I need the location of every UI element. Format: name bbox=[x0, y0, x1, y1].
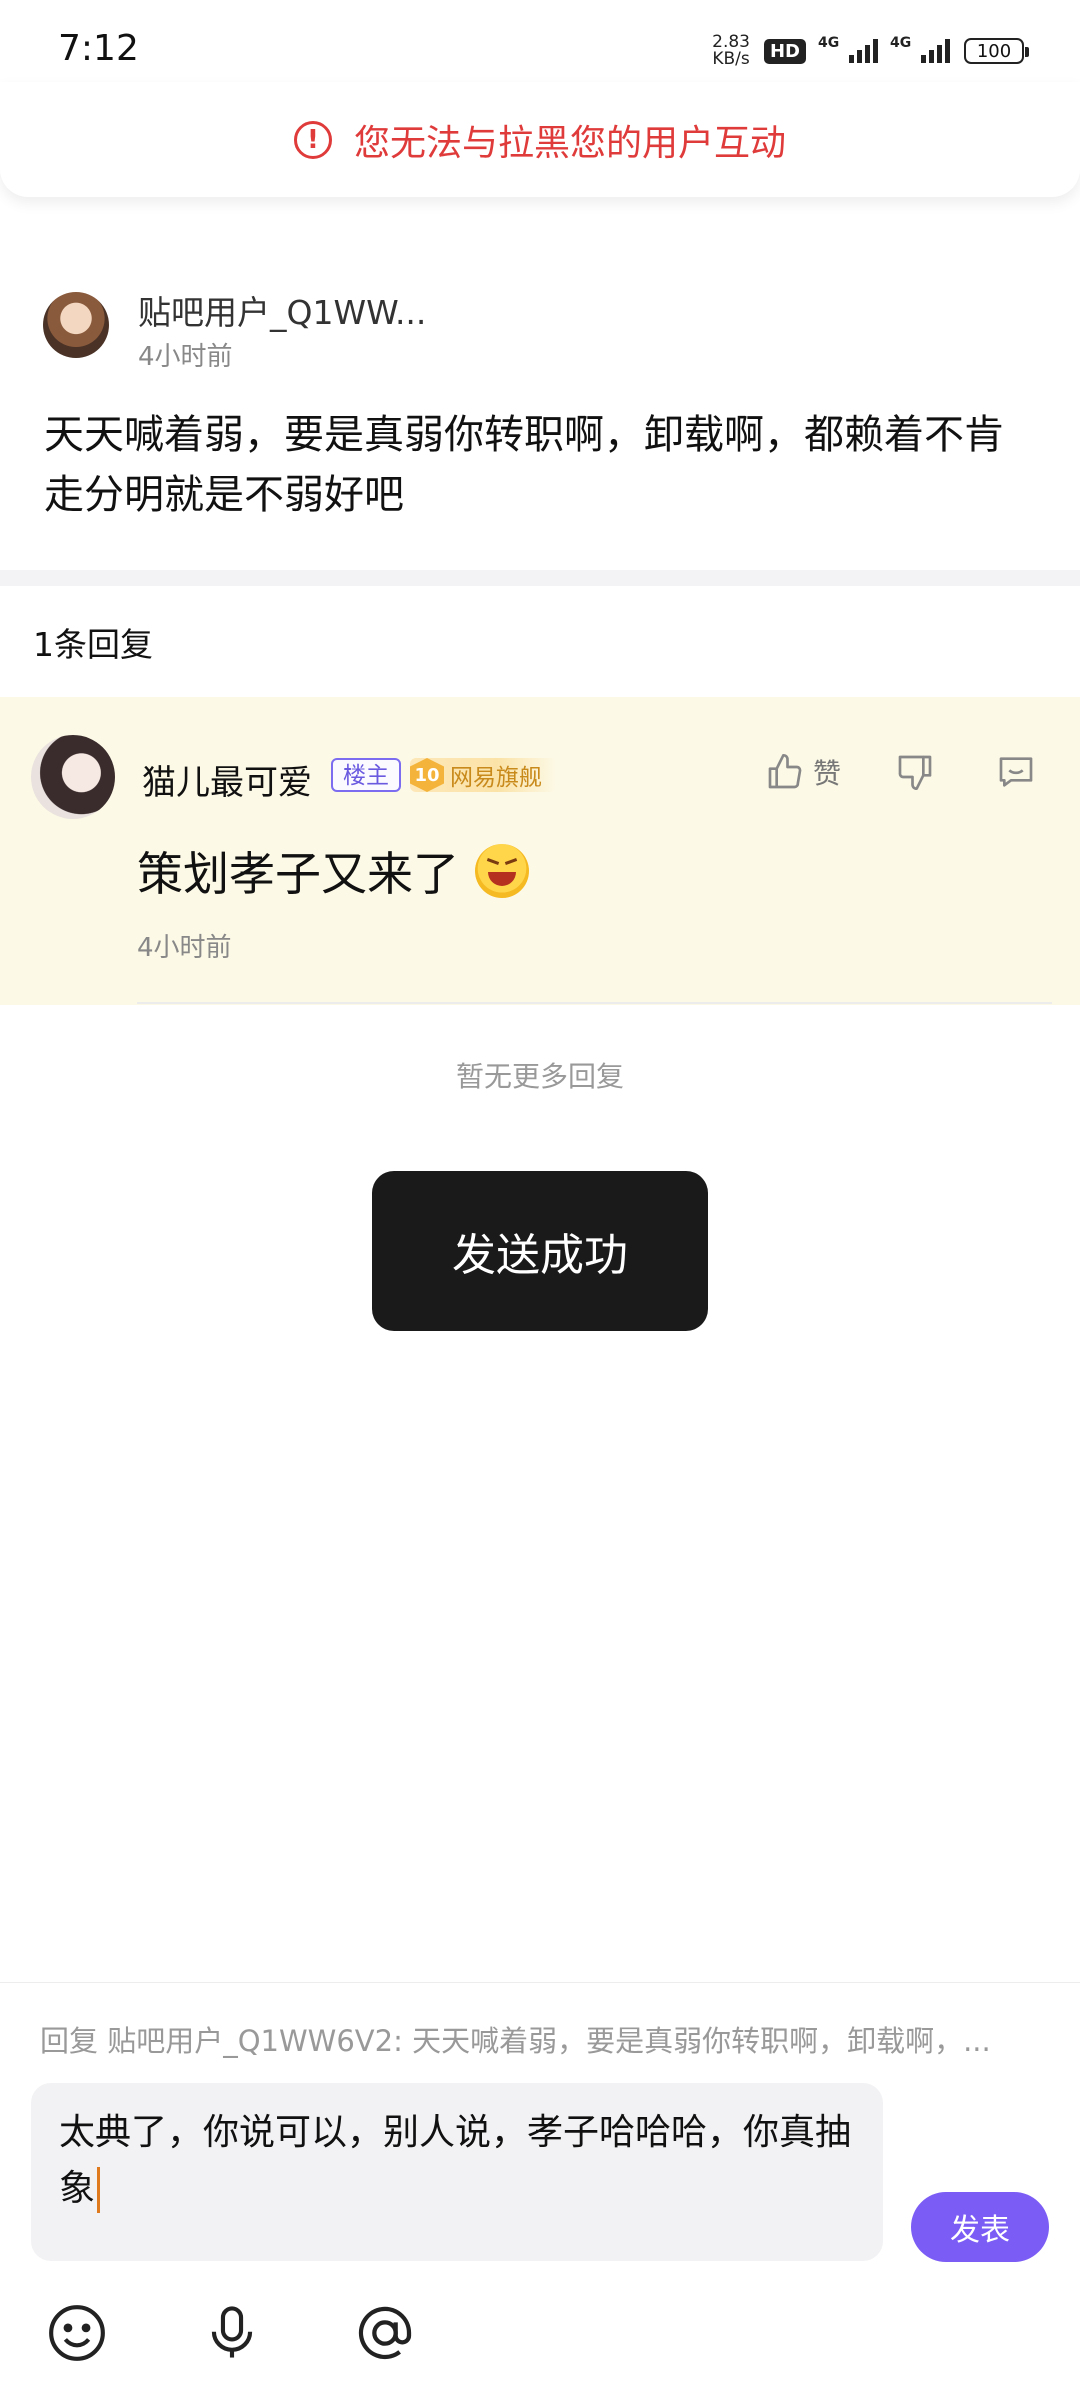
reply-input-text: 太典了，你说可以，别人说，孝子哈哈哈，你真抽象 bbox=[59, 2112, 852, 2209]
post-author-name[interactable]: 贴吧用户_Q1WW... bbox=[138, 286, 426, 334]
block-warning-banner: ! 您无法与拉黑您的用户互动 bbox=[0, 82, 1080, 197]
reply-divider bbox=[137, 1002, 1052, 1004]
at-icon bbox=[358, 2306, 412, 2360]
signal-icon-2: 4G bbox=[890, 35, 950, 63]
reply-reference: 回复 贴吧用户_Q1WW6V2: 天天喊着弱，要是真弱你转职啊，卸载啊，... bbox=[40, 2024, 991, 2058]
status-time: 7:12 bbox=[58, 28, 139, 69]
warning-text: 您无法与拉黑您的用户互动 bbox=[353, 122, 786, 164]
like-label: 赞 bbox=[813, 757, 842, 790]
battery-icon: 100 bbox=[964, 38, 1029, 64]
dislike-button[interactable] bbox=[895, 752, 935, 796]
reply-input[interactable]: 太典了，你说可以，别人说，孝子哈哈哈，你真抽象 bbox=[31, 2083, 883, 2261]
publish-button[interactable]: 发表 bbox=[911, 2192, 1049, 2262]
reply-author-avatar[interactable] bbox=[31, 735, 115, 819]
microphone-icon bbox=[211, 2306, 253, 2358]
comment-button[interactable] bbox=[995, 752, 1037, 796]
reply-author-name[interactable]: 猫儿最可爱 bbox=[142, 755, 312, 804]
text-caret bbox=[97, 2167, 101, 2213]
network-speed: 2.83 KB/s bbox=[712, 32, 750, 69]
post-body: 天天喊着弱，要是真弱你转职啊，卸载啊，都赖着不肯走分明就是不弱好吧 bbox=[44, 412, 1004, 518]
reply-content: 策划孝子又来了 bbox=[137, 838, 529, 904]
reply-text: 策划孝子又来了 bbox=[137, 847, 459, 901]
reply-time: 4小时前 bbox=[137, 933, 232, 963]
level-badge: 10 网易旗舰 bbox=[410, 758, 556, 792]
emoji-button[interactable] bbox=[44, 2300, 110, 2366]
composer-divider bbox=[0, 1982, 1080, 1983]
reply-count: 1条回复 bbox=[33, 625, 153, 664]
voice-button[interactable] bbox=[199, 2300, 265, 2366]
like-button[interactable]: 赞 bbox=[765, 752, 841, 792]
op-badge: 楼主 bbox=[331, 758, 401, 792]
post-time: 4小时前 bbox=[138, 342, 233, 372]
exclamation-icon: ! bbox=[293, 120, 332, 159]
post-author-avatar[interactable] bbox=[43, 292, 109, 358]
level-label: 网易旗舰 bbox=[450, 765, 542, 791]
no-more-replies: 暂无更多回复 bbox=[455, 1060, 624, 1093]
section-divider bbox=[0, 570, 1080, 586]
signal-icon: 4G bbox=[818, 35, 878, 63]
hd-icon: HD bbox=[763, 38, 806, 64]
status-icons: 2.83 KB/s HD 4G 4G 100 bbox=[712, 32, 1029, 69]
level-number: 10 bbox=[410, 758, 444, 792]
laughing-emoji-icon bbox=[475, 844, 529, 898]
mention-button[interactable] bbox=[352, 2300, 418, 2366]
thumb-down-icon bbox=[898, 755, 932, 790]
comment-icon bbox=[999, 757, 1033, 787]
smile-icon bbox=[49, 2305, 105, 2361]
toast-message: 发送成功 bbox=[372, 1171, 708, 1331]
thumb-up-icon bbox=[768, 754, 802, 789]
